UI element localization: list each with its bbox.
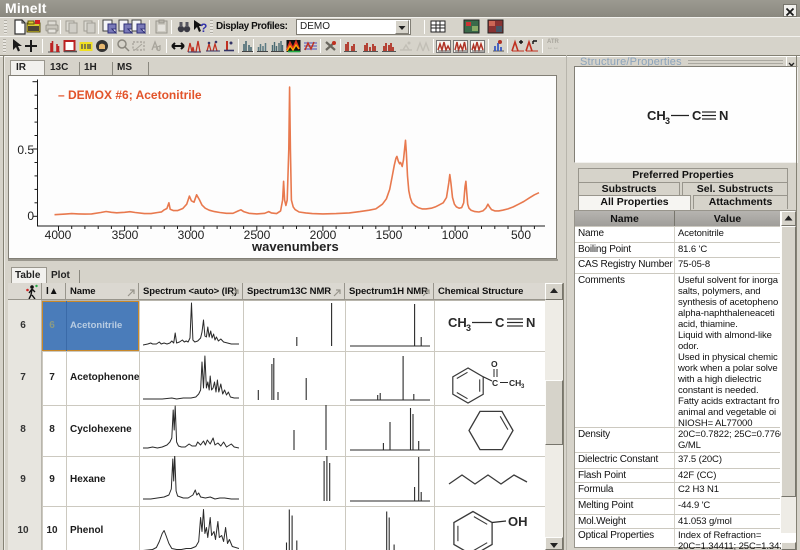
svg-text:?: ? — [200, 21, 207, 35]
svg-text:CH: CH — [448, 315, 467, 330]
svg-text:3: 3 — [665, 116, 670, 126]
svg-text:N: N — [526, 315, 535, 330]
svg-text:OH: OH — [508, 514, 528, 529]
svg-text:CH: CH — [509, 378, 521, 388]
svg-text:3: 3 — [466, 323, 471, 333]
svg-text:O: O — [491, 359, 498, 369]
svg-text:C: C — [492, 378, 498, 388]
svg-text:C: C — [692, 108, 702, 123]
svg-text:3: 3 — [521, 384, 525, 390]
svg-text:CH: CH — [647, 108, 666, 123]
svg-text:N: N — [719, 108, 728, 123]
svg-text:C: C — [495, 315, 505, 330]
